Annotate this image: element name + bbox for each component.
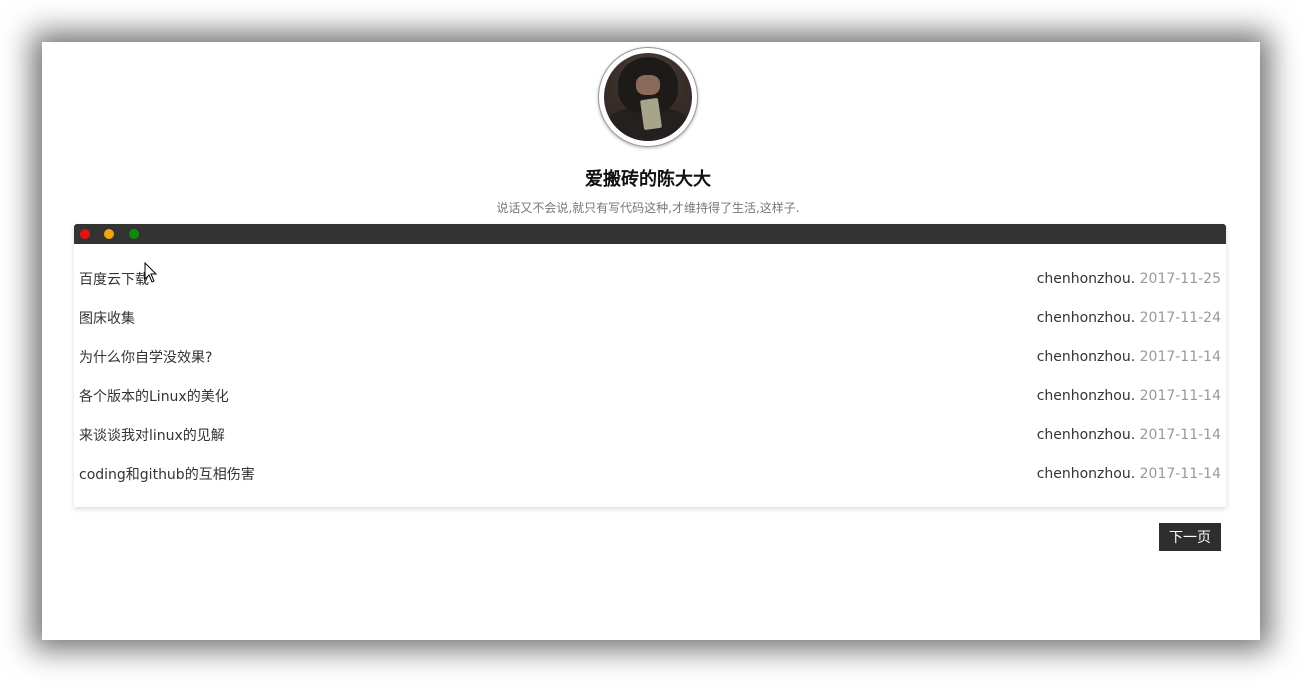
post-author: chenhonzhou.: [1036, 348, 1136, 365]
post-date: 2017-11-14: [1139, 465, 1221, 482]
post-list: 百度云下载 chenhonzhou. 2017-11-25 图床收集 chenh…: [74, 244, 1226, 493]
post-date: 2017-11-14: [1139, 426, 1221, 443]
page-window: 爱搬砖的陈大大 说话又不会说,就只有写代码这种,才维持得了生活,这样子. 百度云…: [42, 42, 1260, 640]
post-list-panel: 百度云下载 chenhonzhou. 2017-11-25 图床收集 chenh…: [74, 224, 1226, 507]
list-item[interactable]: 图床收集 chenhonzhou. 2017-11-24: [74, 298, 1226, 337]
list-item[interactable]: coding和github的互相伤害 chenhonzhou. 2017-11-…: [74, 454, 1226, 493]
panel-title-bar: [74, 224, 1226, 244]
post-author: chenhonzhou.: [1036, 465, 1136, 482]
post-date: 2017-11-14: [1139, 387, 1221, 404]
page-subtitle: 说话又不会说,就只有写代码这种,才维持得了生活,这样子.: [496, 201, 800, 215]
list-item[interactable]: 百度云下载 chenhonzhou. 2017-11-25: [74, 259, 1226, 298]
minimize-dot-icon: [104, 229, 114, 239]
post-date: 2017-11-24: [1139, 309, 1221, 326]
avatar[interactable]: [598, 47, 698, 147]
post-date: 2017-11-14: [1139, 348, 1221, 365]
mouse-cursor-icon: [144, 262, 158, 283]
post-title-link[interactable]: 百度云下载: [79, 269, 149, 289]
list-item[interactable]: 各个版本的Linux的美化 chenhonzhou. 2017-11-14: [74, 376, 1226, 415]
post-title-link[interactable]: 各个版本的Linux的美化: [79, 386, 229, 406]
post-author: chenhonzhou.: [1036, 387, 1136, 404]
post-title-link[interactable]: 为什么你自学没效果?: [79, 347, 212, 367]
post-author: chenhonzhou.: [1036, 309, 1136, 326]
list-item[interactable]: 来谈谈我对linux的见解 chenhonzhou. 2017-11-14: [74, 415, 1226, 454]
page-title: 爱搬砖的陈大大: [585, 169, 711, 190]
avatar-photo: [604, 53, 692, 141]
post-title-link[interactable]: 来谈谈我对linux的见解: [79, 425, 225, 445]
post-author: chenhonzhou.: [1036, 270, 1136, 287]
maximize-dot-icon: [129, 229, 139, 239]
post-author: chenhonzhou.: [1036, 426, 1136, 443]
next-page-button[interactable]: 下一页: [1159, 523, 1221, 551]
post-title-link[interactable]: 图床收集: [79, 308, 135, 328]
post-date: 2017-11-25: [1139, 270, 1221, 287]
close-dot-icon: [80, 229, 90, 239]
post-title-link[interactable]: coding和github的互相伤害: [79, 464, 255, 484]
list-item[interactable]: 为什么你自学没效果? chenhonzhou. 2017-11-14: [74, 337, 1226, 376]
